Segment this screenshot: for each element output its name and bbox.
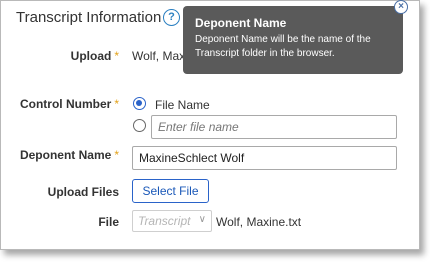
tooltip-body: Deponent Name will be the name of the Tr… bbox=[195, 34, 371, 59]
upload-label: Upload * bbox=[70, 49, 119, 63]
upload-files-label: Upload Files bbox=[47, 185, 119, 199]
deponent-name-input[interactable]: MaxineSchlect Wolf bbox=[132, 146, 397, 170]
deponent-name-label: Deponent Name * bbox=[19, 148, 119, 162]
deponent-name-tooltip: Deponent Name Deponent Name will be the … bbox=[183, 6, 403, 74]
file-name-option-label: File Name bbox=[155, 98, 210, 112]
required-marker: * bbox=[114, 148, 119, 162]
control-number-label: Control Number * bbox=[19, 97, 119, 111]
chevron-down-icon: ∨ bbox=[198, 214, 206, 225]
file-type-value: Transcript bbox=[138, 214, 191, 228]
file-name-value: Wolf, Maxine.txt bbox=[216, 215, 302, 229]
file-name-input[interactable]: Enter file name bbox=[151, 115, 397, 139]
tooltip-title: Deponent Name bbox=[195, 16, 287, 30]
close-icon[interactable]: × bbox=[394, 0, 408, 14]
help-icon[interactable]: ? bbox=[163, 9, 180, 26]
file-type-select[interactable]: Transcript ∨ bbox=[132, 210, 212, 232]
select-file-button[interactable]: Select File bbox=[132, 179, 209, 203]
required-marker: * bbox=[114, 97, 119, 111]
file-label: File bbox=[98, 215, 119, 229]
file-name-radio[interactable] bbox=[133, 97, 146, 110]
required-marker: * bbox=[114, 49, 119, 63]
panel-title: Transcript Information bbox=[16, 9, 162, 26]
enter-file-name-radio[interactable] bbox=[133, 119, 146, 132]
